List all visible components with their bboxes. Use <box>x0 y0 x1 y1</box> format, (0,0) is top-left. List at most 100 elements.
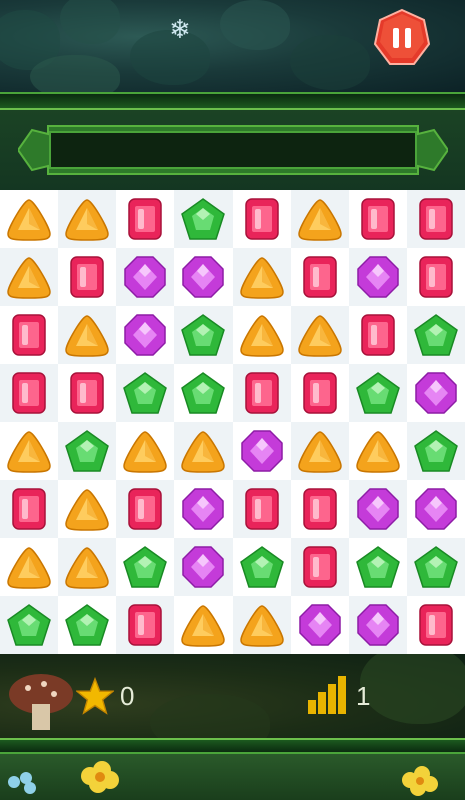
orange-gem-icon <box>65 547 109 589</box>
board-cell[interactable] <box>290 538 349 596</box>
board-cell[interactable] <box>348 364 407 422</box>
board-cell[interactable] <box>233 190 291 248</box>
bottom-green-bar <box>0 738 465 754</box>
board-cell[interactable] <box>58 480 116 538</box>
header-plank <box>16 120 450 180</box>
board-cell[interactable] <box>232 364 291 422</box>
red-gem-icon <box>70 256 104 298</box>
board-cell[interactable] <box>348 248 407 306</box>
purple-gem-icon <box>415 372 457 414</box>
orange-gem-icon <box>7 257 51 299</box>
red-gem-icon <box>419 256 453 298</box>
board-cell[interactable] <box>407 596 465 654</box>
board-cell[interactable] <box>290 306 349 364</box>
board-cell[interactable] <box>0 190 58 248</box>
level-display: 1 <box>306 672 370 716</box>
orange-gem-icon <box>7 431 51 473</box>
board-cell[interactable] <box>407 480 465 538</box>
board-cell[interactable] <box>116 306 174 364</box>
board-cell[interactable] <box>174 364 232 422</box>
purple-gem-icon <box>124 256 167 298</box>
red-gem-icon <box>128 198 163 240</box>
board-cell[interactable] <box>407 248 465 306</box>
board-cell[interactable] <box>406 306 465 364</box>
green-gem-icon <box>123 372 168 414</box>
red-gem-icon <box>302 256 337 298</box>
board-cell[interactable] <box>232 480 291 538</box>
board-cell[interactable] <box>116 422 174 480</box>
board-cell[interactable] <box>233 306 291 364</box>
board-cell[interactable] <box>348 480 407 538</box>
green-gem-icon <box>414 546 458 588</box>
board-cell[interactable] <box>174 596 232 654</box>
orange-gem-icon <box>65 489 109 531</box>
board-cell[interactable] <box>290 422 349 480</box>
score-display: 0 <box>76 676 134 716</box>
board-cell[interactable] <box>116 248 175 306</box>
green-gem-icon <box>355 372 400 414</box>
board-cell[interactable] <box>58 190 117 248</box>
board-cell[interactable] <box>406 538 465 596</box>
board-cell[interactable] <box>0 422 58 480</box>
green-gem-icon <box>123 546 168 588</box>
board-cell[interactable] <box>58 364 116 422</box>
orange-gem-icon <box>297 199 342 241</box>
board-cell[interactable] <box>232 248 291 306</box>
red-gem-icon <box>361 314 395 356</box>
board-cell[interactable] <box>290 190 349 248</box>
board-cell[interactable] <box>58 596 116 654</box>
board-cell[interactable] <box>116 538 174 596</box>
board-cell[interactable] <box>291 480 349 538</box>
board-cell[interactable] <box>58 422 117 480</box>
purple-gem-icon <box>357 488 399 530</box>
board-cell[interactable] <box>174 248 232 306</box>
board-cell[interactable] <box>116 364 175 422</box>
board-cell[interactable] <box>0 480 59 538</box>
leaf-decoration <box>150 694 270 738</box>
pause-button[interactable] <box>373 8 431 68</box>
board-cell[interactable] <box>406 190 465 248</box>
red-gem-icon <box>12 372 46 414</box>
board-cell[interactable] <box>0 596 59 654</box>
red-gem-icon <box>302 546 337 588</box>
orange-gem-icon <box>239 257 284 299</box>
board-cell[interactable] <box>291 596 349 654</box>
board-cell[interactable] <box>116 596 175 654</box>
board-cell[interactable] <box>116 190 174 248</box>
red-gem-icon <box>302 372 337 414</box>
board-cell[interactable] <box>174 422 233 480</box>
board-cell[interactable] <box>116 480 175 538</box>
board-cell[interactable] <box>58 538 117 596</box>
board-cell[interactable] <box>407 364 465 422</box>
green-gem-icon <box>65 604 110 646</box>
board-cell[interactable] <box>349 190 407 248</box>
board-cell[interactable] <box>348 596 407 654</box>
board-cell[interactable] <box>291 248 349 306</box>
board-cell[interactable] <box>174 306 233 364</box>
board-cell[interactable] <box>349 538 407 596</box>
board-cell[interactable] <box>0 538 58 596</box>
board-cell[interactable] <box>233 538 291 596</box>
red-gem-icon <box>244 488 279 530</box>
level-bars-icon <box>308 676 346 714</box>
board-cell[interactable] <box>174 190 233 248</box>
board-cell[interactable] <box>0 306 58 364</box>
board-cell[interactable] <box>232 596 291 654</box>
board-cell[interactable] <box>58 306 117 364</box>
orange-gem-icon <box>65 199 109 241</box>
board-cell[interactable] <box>349 422 407 480</box>
board-cell[interactable] <box>0 364 59 422</box>
board-cell[interactable] <box>233 422 291 480</box>
board-cell[interactable] <box>174 538 233 596</box>
leaf-decoration <box>60 0 120 44</box>
green-gem-icon <box>355 546 400 588</box>
board-cell[interactable] <box>174 480 232 538</box>
green-gem-icon <box>239 546 284 588</box>
board-cell[interactable] <box>58 248 116 306</box>
board-cell[interactable] <box>0 248 59 306</box>
board-cell[interactable] <box>406 422 465 480</box>
red-gem-icon <box>419 604 453 646</box>
board-cell[interactable] <box>291 364 349 422</box>
board-cell[interactable] <box>349 306 407 364</box>
mushroom-decoration <box>9 674 73 730</box>
